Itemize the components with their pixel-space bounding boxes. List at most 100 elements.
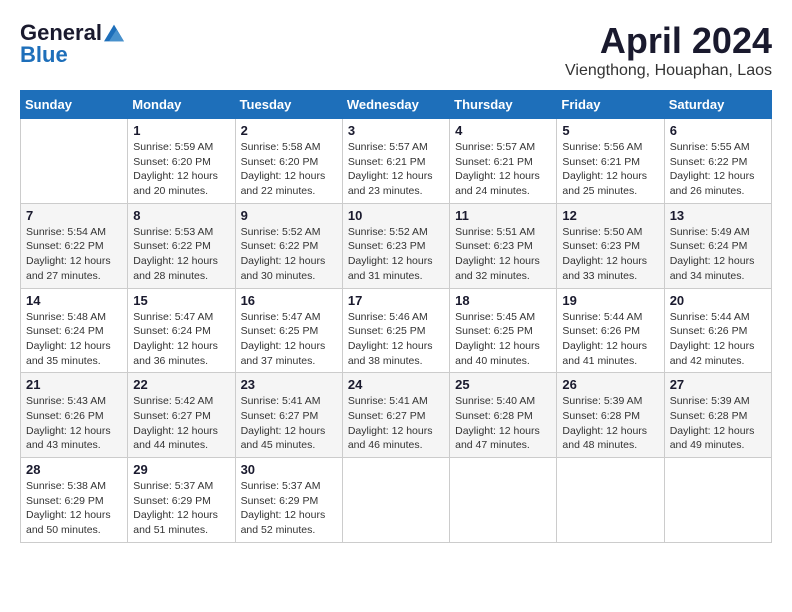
calendar-cell: 24 Sunrise: 5:41 AMSunset: 6:27 PMDayligh… [342,373,449,458]
day-number: 24 [348,377,444,392]
calendar-header-wednesday: Wednesday [342,91,449,119]
calendar-week-row: 7Sunrise: 5:54 AMSunset: 6:22 PMDaylight… [21,203,772,288]
calendar-cell: 19 Sunrise: 5:44 AMSunset: 6:26 PMDayligh… [557,288,664,373]
calendar-week-row: 28 Sunrise: 5:38 AMSunset: 6:29 PMDayligh… [21,458,772,543]
day-info: Sunrise: 5:37 AMSunset: 6:29 PMDaylight:… [133,479,229,538]
day-info: Sunrise: 5:58 AMSunset: 6:20 PMDaylight:… [241,140,337,199]
calendar-cell: 2 Sunrise: 5:58 AMSunset: 6:20 PMDaylight… [235,119,342,204]
day-info: Sunrise: 5:52 AMSunset: 6:22 PMDaylight:… [241,225,337,284]
day-info: Sunrise: 5:47 AMSunset: 6:24 PMDaylight:… [133,310,229,369]
day-number: 1 [133,123,229,138]
day-info: Sunrise: 5:40 AMSunset: 6:28 PMDaylight:… [455,394,551,453]
day-info: Sunrise: 5:46 AMSunset: 6:25 PMDaylight:… [348,310,444,369]
calendar-header-tuesday: Tuesday [235,91,342,119]
day-number: 19 [562,293,658,308]
day-info: Sunrise: 5:47 AMSunset: 6:25 PMDaylight:… [241,310,337,369]
day-number: 26 [562,377,658,392]
calendar-cell [342,458,449,543]
day-number: 21 [26,377,122,392]
calendar-cell: 21 Sunrise: 5:43 AMSunset: 6:26 PMDayligh… [21,373,128,458]
day-info: Sunrise: 5:39 AMSunset: 6:28 PMDaylight:… [670,394,766,453]
calendar-cell: 22 Sunrise: 5:42 AMSunset: 6:27 PMDayligh… [128,373,235,458]
day-info: Sunrise: 5:49 AMSunset: 6:24 PMDaylight:… [670,225,766,284]
calendar-week-row: 14Sunrise: 5:48 AMSunset: 6:24 PMDayligh… [21,288,772,373]
calendar-cell: 18 Sunrise: 5:45 AMSunset: 6:25 PMDayligh… [450,288,557,373]
calendar-table: SundayMondayTuesdayWednesdayThursdayFrid… [20,90,772,543]
day-number: 30 [241,462,337,477]
day-info: Sunrise: 5:39 AMSunset: 6:28 PMDaylight:… [562,394,658,453]
day-info: Sunrise: 5:43 AMSunset: 6:26 PMDaylight:… [26,394,122,453]
day-number: 14 [26,293,122,308]
day-number: 29 [133,462,229,477]
calendar-cell [664,458,771,543]
day-info: Sunrise: 5:56 AMSunset: 6:21 PMDaylight:… [562,140,658,199]
calendar-cell: 14Sunrise: 5:48 AMSunset: 6:24 PMDayligh… [21,288,128,373]
day-number: 8 [133,208,229,223]
calendar-cell: 6 Sunrise: 5:55 AMSunset: 6:22 PMDaylight… [664,119,771,204]
calendar-cell: 4 Sunrise: 5:57 AMSunset: 6:21 PMDaylight… [450,119,557,204]
calendar-cell: 25 Sunrise: 5:40 AMSunset: 6:28 PMDayligh… [450,373,557,458]
day-number: 5 [562,123,658,138]
day-number: 28 [26,462,122,477]
calendar-cell: 28 Sunrise: 5:38 AMSunset: 6:29 PMDayligh… [21,458,128,543]
calendar-header-friday: Friday [557,91,664,119]
day-number: 9 [241,208,337,223]
calendar-cell: 13 Sunrise: 5:49 AMSunset: 6:24 PMDayligh… [664,203,771,288]
day-info: Sunrise: 5:51 AMSunset: 6:23 PMDaylight:… [455,225,551,284]
calendar-header-sunday: Sunday [21,91,128,119]
day-number: 10 [348,208,444,223]
calendar-cell: 5 Sunrise: 5:56 AMSunset: 6:21 PMDaylight… [557,119,664,204]
calendar-header-monday: Monday [128,91,235,119]
calendar-cell: 20 Sunrise: 5:44 AMSunset: 6:26 PMDayligh… [664,288,771,373]
calendar-cell: 29 Sunrise: 5:37 AMSunset: 6:29 PMDayligh… [128,458,235,543]
day-number: 15 [133,293,229,308]
location-title: Viengthong, Houaphan, Laos [565,62,772,80]
day-info: Sunrise: 5:44 AMSunset: 6:26 PMDaylight:… [562,310,658,369]
calendar-cell [450,458,557,543]
day-info: Sunrise: 5:45 AMSunset: 6:25 PMDaylight:… [455,310,551,369]
day-info: Sunrise: 5:57 AMSunset: 6:21 PMDaylight:… [455,140,551,199]
day-info: Sunrise: 5:37 AMSunset: 6:29 PMDaylight:… [241,479,337,538]
day-info: Sunrise: 5:55 AMSunset: 6:22 PMDaylight:… [670,140,766,199]
day-number: 20 [670,293,766,308]
title-section: April 2024 Viengthong, Houaphan, Laos [565,20,772,80]
calendar-cell: 3 Sunrise: 5:57 AMSunset: 6:21 PMDaylight… [342,119,449,204]
calendar-cell: 10Sunrise: 5:52 AMSunset: 6:23 PMDayligh… [342,203,449,288]
day-info: Sunrise: 5:44 AMSunset: 6:26 PMDaylight:… [670,310,766,369]
day-number: 3 [348,123,444,138]
day-info: Sunrise: 5:41 AMSunset: 6:27 PMDaylight:… [241,394,337,453]
calendar-cell: 30 Sunrise: 5:37 AMSunset: 6:29 PMDayligh… [235,458,342,543]
day-number: 11 [455,208,551,223]
calendar-cell: 16 Sunrise: 5:47 AMSunset: 6:25 PMDayligh… [235,288,342,373]
day-info: Sunrise: 5:41 AMSunset: 6:27 PMDaylight:… [348,394,444,453]
day-number: 25 [455,377,551,392]
calendar-cell [21,119,128,204]
day-number: 6 [670,123,766,138]
calendar-cell: 15 Sunrise: 5:47 AMSunset: 6:24 PMDayligh… [128,288,235,373]
calendar-header-saturday: Saturday [664,91,771,119]
calendar-header-row: SundayMondayTuesdayWednesdayThursdayFrid… [21,91,772,119]
logo: General Blue [20,20,124,68]
calendar-week-row: 1 Sunrise: 5:59 AMSunset: 6:20 PMDaylight… [21,119,772,204]
calendar-cell: 17 Sunrise: 5:46 AMSunset: 6:25 PMDayligh… [342,288,449,373]
calendar-week-row: 21 Sunrise: 5:43 AMSunset: 6:26 PMDayligh… [21,373,772,458]
calendar-cell: 12Sunrise: 5:50 AMSunset: 6:23 PMDayligh… [557,203,664,288]
day-number: 18 [455,293,551,308]
day-info: Sunrise: 5:57 AMSunset: 6:21 PMDaylight:… [348,140,444,199]
day-info: Sunrise: 5:59 AMSunset: 6:20 PMDaylight:… [133,140,229,199]
calendar-cell: 27Sunrise: 5:39 AMSunset: 6:28 PMDayligh… [664,373,771,458]
calendar-cell: 26 Sunrise: 5:39 AMSunset: 6:28 PMDayligh… [557,373,664,458]
calendar-cell: 8Sunrise: 5:53 AMSunset: 6:22 PMDaylight… [128,203,235,288]
day-number: 12 [562,208,658,223]
day-info: Sunrise: 5:42 AMSunset: 6:27 PMDaylight:… [133,394,229,453]
day-info: Sunrise: 5:54 AMSunset: 6:22 PMDaylight:… [26,225,122,284]
day-number: 16 [241,293,337,308]
day-info: Sunrise: 5:38 AMSunset: 6:29 PMDaylight:… [26,479,122,538]
day-number: 17 [348,293,444,308]
header: General Blue April 2024 Viengthong, Houa… [20,20,772,80]
calendar-cell [557,458,664,543]
day-number: 13 [670,208,766,223]
day-number: 2 [241,123,337,138]
day-number: 4 [455,123,551,138]
day-number: 22 [133,377,229,392]
